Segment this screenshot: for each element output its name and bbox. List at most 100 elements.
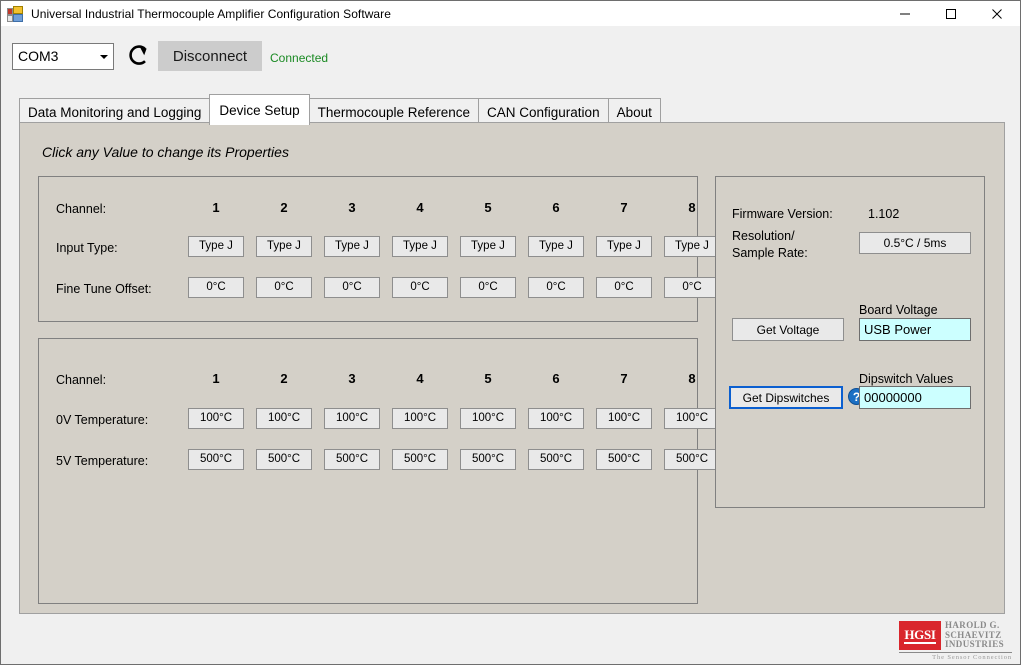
channel-header-6: 6 [552, 371, 560, 386]
tab-can-configuration[interactable]: CAN Configuration [478, 98, 609, 125]
fine-tune-offset-value-1[interactable]: 0°C [188, 277, 244, 298]
dipswitch-values-caption: Dipswitch Values [859, 372, 954, 386]
com-port-select[interactable]: COM3 [12, 43, 114, 70]
window-controls [882, 1, 1020, 26]
tab-data-monitoring-and-logging[interactable]: Data Monitoring and Logging [19, 98, 211, 125]
five-volt-temperature-row-label: 5V Temperature: [56, 454, 149, 468]
zero-volt-temperature-value-6[interactable]: 100°C [528, 408, 584, 429]
fine-tune-offset-value-4[interactable]: 0°C [392, 277, 448, 298]
tab-thermocouple-reference[interactable]: Thermocouple Reference [308, 98, 480, 125]
input-type-value-5[interactable]: Type J [460, 236, 516, 257]
channel-header-6: 6 [552, 200, 560, 215]
fine-tune-offset-value-8[interactable]: 0°C [664, 277, 720, 298]
tab-label: CAN Configuration [487, 104, 600, 120]
fine-tune-offset-value-6[interactable]: 0°C [528, 277, 584, 298]
five-volt-temperature-value-5[interactable]: 500°C [460, 449, 516, 470]
tab-label: Device Setup [219, 102, 300, 118]
company-logo: HGSI HAROLD G. SCHAEVITZ INDUSTRIES The … [899, 620, 1012, 661]
input-type-value-3[interactable]: Type J [324, 236, 380, 257]
dipswitch-values-field[interactable]: 00000000 [859, 386, 971, 409]
fine-tune-offset-value-7[interactable]: 0°C [596, 277, 652, 298]
zero-volt-temperature-value-4[interactable]: 100°C [392, 408, 448, 429]
channel-header-4: 4 [416, 200, 424, 215]
input-type-value-1[interactable]: Type J [188, 236, 244, 257]
board-voltage-caption: Board Voltage [859, 303, 938, 317]
tab-label: About [616, 104, 652, 120]
firmware-version-label: Firmware Version: [732, 207, 833, 221]
zero-volt-temperature-value-2[interactable]: 100°C [256, 408, 312, 429]
input-type-value-4[interactable]: Type J [392, 236, 448, 257]
zero-volt-temperature-value-1[interactable]: 100°C [188, 408, 244, 429]
channel-header-3: 3 [348, 371, 356, 386]
zero-volt-temperature-value-5[interactable]: 100°C [460, 408, 516, 429]
close-icon[interactable] [974, 1, 1020, 26]
temperature-scaling-group: Channel: 1 2 3 4 5 6 7 8 0V Temperature:… [38, 338, 720, 604]
channel-header-2: 2 [280, 371, 288, 386]
minimize-icon[interactable] [882, 1, 928, 26]
com-port-value: COM3 [18, 48, 59, 64]
firmware-version-value: 1.102 [868, 207, 900, 221]
channel-header-4: 4 [416, 371, 424, 386]
zero-volt-temperature-row-label: 0V Temperature: [56, 413, 149, 427]
get-voltage-button[interactable]: Get Voltage [732, 318, 844, 341]
device-info-group: Firmware Version: 1.102 Resolution/ Samp… [715, 176, 985, 508]
fine-tune-offset-value-3[interactable]: 0°C [324, 277, 380, 298]
channel-header-1: 1 [212, 200, 220, 215]
logo-mark: HGSI [899, 621, 941, 650]
channel-header-5: 5 [484, 371, 492, 386]
fine-tune-offset-value-2[interactable]: 0°C [256, 277, 312, 298]
channel-row-label: Channel: [56, 373, 107, 387]
input-type-value-7[interactable]: Type J [596, 236, 652, 257]
channel-header-8: 8 [688, 200, 696, 215]
logo-line-3: INDUSTRIES [945, 639, 1005, 649]
get-dipswitches-button[interactable]: Get Dipswitches [729, 386, 843, 409]
maximize-icon[interactable] [928, 1, 974, 26]
tab-label: Thermocouple Reference [317, 104, 471, 120]
channel-header-5: 5 [484, 200, 492, 215]
five-volt-temperature-value-6[interactable]: 500°C [528, 449, 584, 470]
disconnect-button[interactable]: Disconnect [158, 41, 262, 71]
zero-volt-temperature-value-3[interactable]: 100°C [324, 408, 380, 429]
application-window: Universal Industrial Thermocouple Amplif… [0, 0, 1021, 665]
refresh-icon [129, 45, 147, 65]
five-volt-temperature-value-2[interactable]: 500°C [256, 449, 312, 470]
channel-header-7: 7 [620, 200, 628, 215]
page-hint: Click any Value to change its Properties [42, 144, 289, 160]
input-type-value-2[interactable]: Type J [256, 236, 312, 257]
connection-status: Connected [270, 51, 329, 65]
tab-label: Data Monitoring and Logging [28, 104, 202, 120]
connection-toolbar: COM3 Disconnect Connected [2, 26, 1020, 89]
five-volt-temperature-value-4[interactable]: 500°C [392, 449, 448, 470]
five-volt-temperature-value-3[interactable]: 500°C [324, 449, 380, 470]
input-type-row-label: Input Type: [56, 241, 118, 255]
refresh-ports-button[interactable] [124, 41, 152, 69]
fine-tune-offset-value-5[interactable]: 0°C [460, 277, 516, 298]
zero-volt-temperature-value-8[interactable]: 100°C [664, 408, 720, 429]
zero-volt-temperature-value-7[interactable]: 100°C [596, 408, 652, 429]
channel-header-8: 8 [688, 371, 696, 386]
channel-header-1: 1 [212, 371, 220, 386]
chevron-down-icon [100, 55, 108, 59]
resolution-label-line2: Sample Rate: [732, 246, 808, 260]
app-window-icon [7, 5, 23, 22]
board-voltage-field[interactable]: USB Power [859, 318, 971, 341]
channel-header-3: 3 [348, 200, 356, 215]
window-title: Universal Industrial Thermocouple Amplif… [31, 6, 391, 21]
resolution-sample-rate-button[interactable]: 0.5°C / 5ms [859, 232, 971, 254]
channel-row-label: Channel: [56, 202, 107, 216]
logo-mark-text: HGSI [904, 626, 936, 644]
five-volt-temperature-value-8[interactable]: 500°C [664, 449, 720, 470]
logo-tagline: The Sensor Connection [899, 652, 1012, 661]
resolution-label-line1: Resolution/ [732, 229, 795, 243]
input-type-value-6[interactable]: Type J [528, 236, 584, 257]
five-volt-temperature-value-7[interactable]: 500°C [596, 449, 652, 470]
five-volt-temperature-value-1[interactable]: 500°C [188, 449, 244, 470]
logo-company-name: HAROLD G. SCHAEVITZ INDUSTRIES [945, 620, 1012, 650]
tab-strip: Data Monitoring and Logging Device Setup… [19, 94, 661, 125]
device-setup-panel: Click any Value to change its Properties… [19, 122, 1005, 614]
fine-tune-offset-row-label: Fine Tune Offset: [56, 282, 152, 296]
tab-device-setup[interactable]: Device Setup [209, 94, 310, 125]
input-type-value-8[interactable]: Type J [664, 236, 720, 257]
tab-about[interactable]: About [607, 98, 661, 125]
title-bar: Universal Industrial Thermocouple Amplif… [1, 1, 1020, 26]
